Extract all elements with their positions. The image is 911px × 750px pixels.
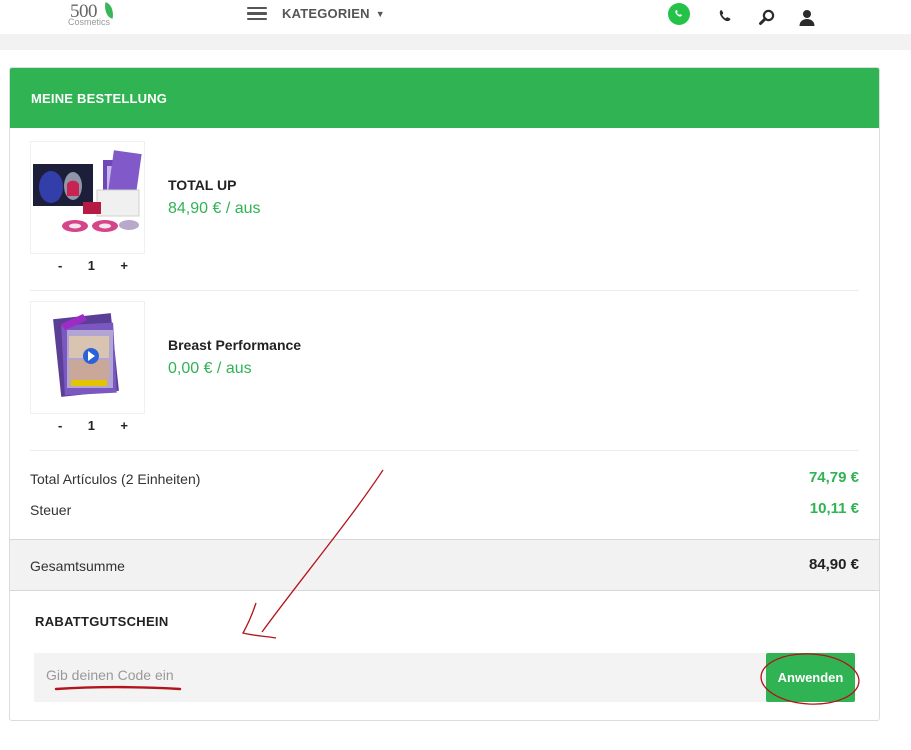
grand-total-label: Gesamtsumme (30, 558, 125, 574)
categories-label: KATEGORIEN (282, 6, 370, 21)
decrease-qty-button[interactable]: - (58, 418, 62, 433)
chevron-down-icon: ▼ (375, 9, 385, 19)
product-name[interactable]: Breast Performance (168, 337, 301, 353)
product-price: 0,00 € / aus (168, 360, 252, 377)
order-title: MEINE BESTELLUNG (10, 68, 879, 128)
coupon-title: RABATTGUTSCHEIN (35, 614, 169, 629)
product-image-total-up[interactable] (30, 141, 145, 254)
quantity-value[interactable]: 1 (88, 418, 95, 433)
logo-text: Cosmetics (68, 17, 111, 27)
quantity-stepper: - 1 + (58, 418, 128, 433)
phone-icon[interactable] (718, 9, 734, 31)
header-divider (0, 34, 911, 50)
subtotal-value: 74,79 € (808, 469, 859, 486)
coupon-code-input[interactable]: Gib deinen Code ein (34, 653, 855, 702)
hamburger-icon (247, 6, 267, 21)
product-name[interactable]: TOTAL UP (168, 177, 236, 193)
subtotal-label: Total Artículos (2 Einheiten) (30, 471, 201, 487)
apply-coupon-button[interactable]: Anwenden (766, 653, 855, 702)
subtotal-row: Total Artículos (2 Einheiten) 74,79 € (30, 469, 859, 487)
whatsapp-icon[interactable] (668, 3, 690, 25)
cart-item: - 1 + TOTAL UP 84,90 € / aus (30, 141, 859, 291)
cart-item: - 1 + Breast Performance 0,00 € / aus (30, 301, 859, 451)
quantity-stepper: - 1 + (58, 258, 128, 273)
quantity-value[interactable]: 1 (88, 258, 95, 273)
grand-total-row: Gesamtsumme 84,90 € (10, 539, 879, 591)
top-navigation: 500 Cosmetics KATEGORIEN ▼ (0, 0, 911, 34)
coupon-placeholder: Gib deinen Code ein (46, 667, 174, 683)
product-price: 84,90 € / aus (168, 200, 261, 217)
user-icon[interactable] (798, 9, 816, 31)
increase-qty-button[interactable]: + (120, 258, 128, 273)
site-logo[interactable]: 500 Cosmetics (68, 0, 124, 30)
increase-qty-button[interactable]: + (120, 418, 128, 433)
tax-label: Steuer (30, 502, 72, 518)
grand-total-value: 84,90 € (808, 556, 859, 573)
tax-value: 10,11 € (809, 500, 859, 517)
categories-menu[interactable]: KATEGORIEN ▼ (247, 6, 385, 21)
decrease-qty-button[interactable]: - (58, 258, 62, 273)
search-icon[interactable] (758, 9, 776, 31)
tax-row: Steuer 10,11 € (30, 500, 859, 518)
order-summary-card: MEINE BESTELLUNG - 1 + TOTAL UP 84,90 € … (9, 67, 880, 721)
product-image-breast-performance[interactable] (30, 301, 145, 414)
